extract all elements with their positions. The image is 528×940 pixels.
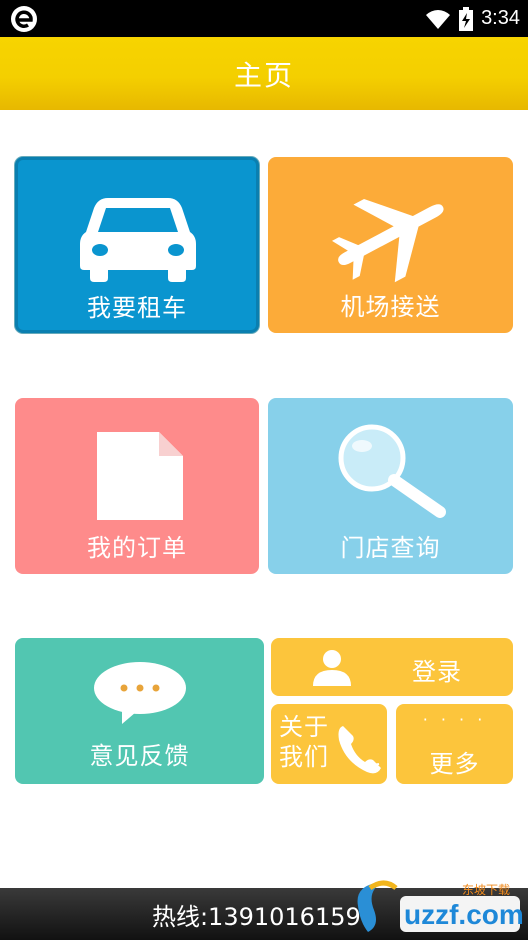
- rent-car-label: 我要租车: [87, 294, 187, 322]
- more-dots-icon: · · · ·: [422, 710, 487, 729]
- status-right: 3:34: [425, 0, 520, 37]
- document-icon: [97, 432, 183, 520]
- my-orders-label: 我的订单: [87, 534, 187, 562]
- store-search-tile[interactable]: 门店查询: [268, 398, 513, 574]
- airplane-icon: [331, 198, 444, 283]
- chat-bubble-icon: [94, 662, 186, 724]
- status-bar: 3:34: [0, 0, 528, 37]
- watermark-sub: 东坡下载: [462, 883, 510, 897]
- airport-transfer-label: 机场接送: [340, 293, 441, 321]
- title-bar: 主页: [0, 37, 528, 110]
- login-label: 登录: [412, 658, 462, 686]
- about-label-line2: 我们: [279, 743, 329, 771]
- user-icon: [313, 650, 351, 686]
- browser-e-icon: [11, 6, 37, 32]
- watermark-brand: uzzf.com: [404, 899, 524, 930]
- store-search-label: 门店查询: [340, 534, 441, 562]
- more-label: 更多: [429, 750, 480, 778]
- more-tile[interactable]: · · · · 更多: [396, 704, 513, 784]
- hotline-text: 热线:13910161599: [151, 902, 377, 931]
- status-time: 3:34: [481, 7, 520, 29]
- about-label: 关于 我们: [279, 712, 329, 772]
- airport-transfer-tile[interactable]: 机场接送: [268, 157, 513, 333]
- phone-icon: [338, 726, 381, 774]
- my-orders-tile[interactable]: 我的订单: [15, 398, 259, 574]
- about-us-tile[interactable]: 关于 我们: [271, 704, 387, 784]
- about-label-line1: 关于: [279, 713, 329, 741]
- wifi-icon: [426, 9, 451, 29]
- page-title: 主页: [233, 58, 294, 92]
- magnifier-icon: [338, 424, 446, 518]
- rent-car-tile[interactable]: 我要租车: [15, 157, 259, 333]
- uzzf-watermark-logo: uzzf.com 东坡下载: [357, 880, 524, 932]
- login-tile[interactable]: 登录: [271, 638, 513, 696]
- feedback-tile[interactable]: 意见反馈: [15, 638, 264, 784]
- feedback-label: 意见反馈: [89, 742, 190, 770]
- car-icon: [80, 198, 196, 282]
- battery-charging-icon: [459, 6, 474, 31]
